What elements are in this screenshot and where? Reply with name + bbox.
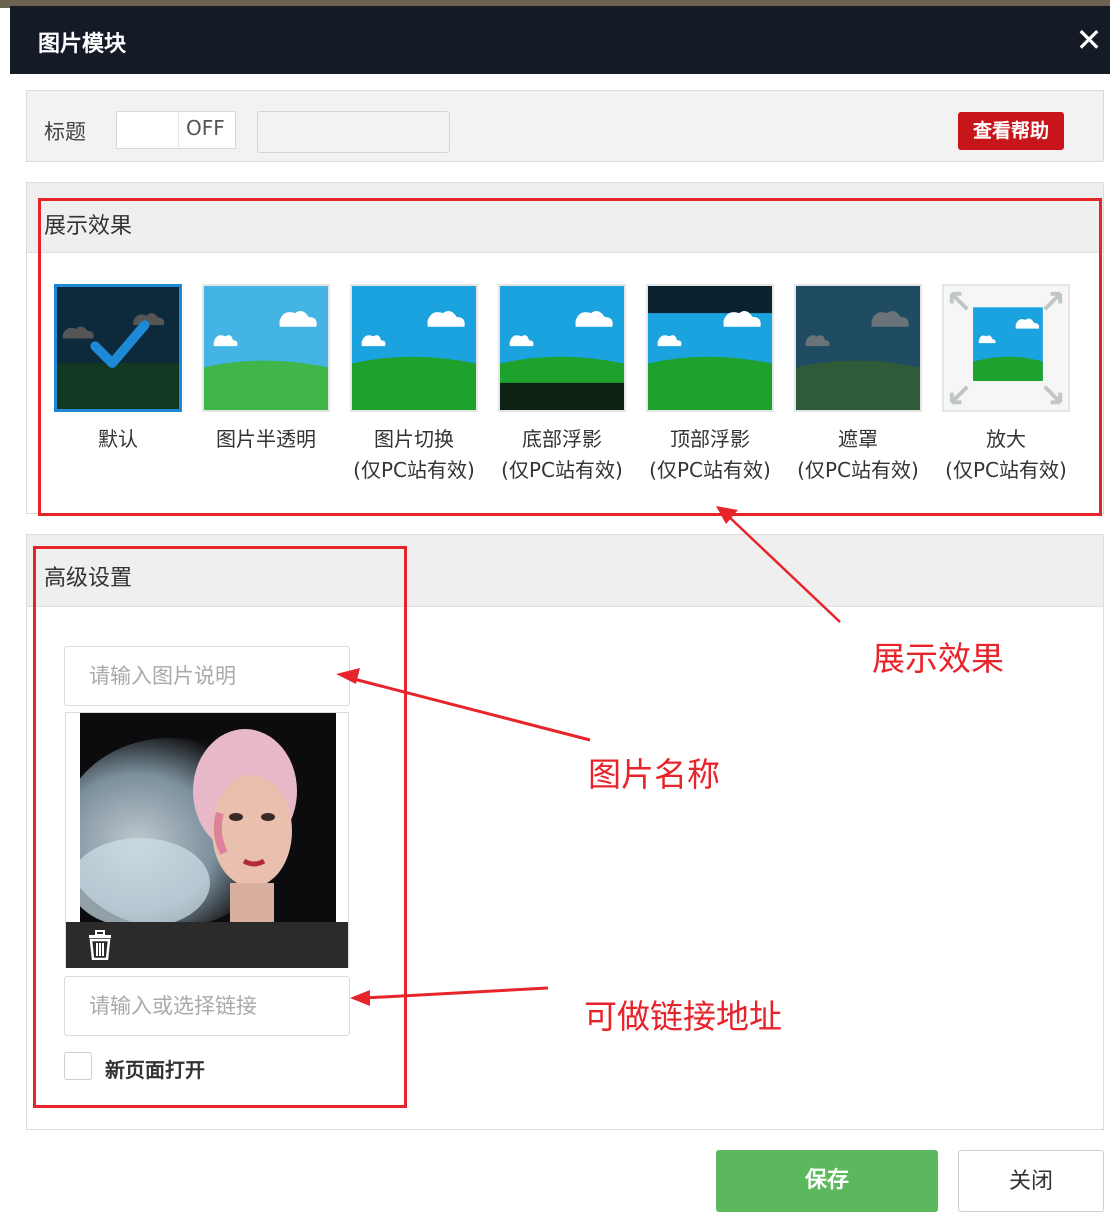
help-button[interactable]: 查看帮助	[958, 112, 1064, 150]
title-label: 标题	[44, 120, 86, 144]
close-icon[interactable]: ✕	[1073, 22, 1105, 58]
toggle-state-label: OFF	[186, 116, 225, 140]
annotation-image-name: 图片名称	[588, 755, 720, 794]
annotation-link: 可做链接地址	[584, 997, 782, 1036]
close-button[interactable]: 关闭	[958, 1150, 1104, 1212]
title-input[interactable]	[257, 111, 450, 153]
toggle-knob[interactable]	[117, 112, 179, 148]
annotation-display-effect: 展示效果	[872, 639, 1004, 678]
save-button[interactable]: 保存	[716, 1150, 938, 1212]
dialog-title: 图片模块	[38, 32, 127, 57]
dialog-titlebar	[10, 6, 1110, 74]
annotation-box-display-effect	[38, 198, 1102, 516]
annotation-box-advanced	[33, 546, 407, 1108]
